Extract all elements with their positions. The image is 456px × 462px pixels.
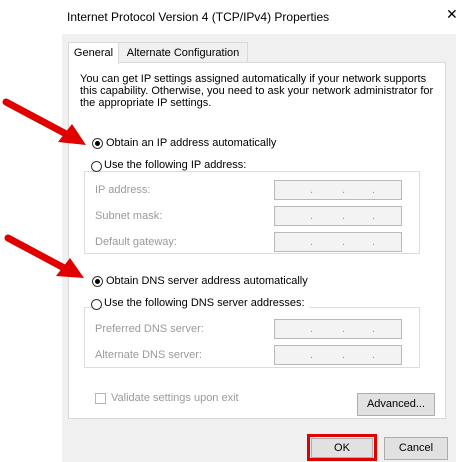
subnet-mask-field[interactable]: ... (274, 206, 402, 226)
alternate-dns-field[interactable]: ... (274, 345, 402, 365)
alternate-dns-label: Alternate DNS server: (95, 349, 202, 361)
ip-address-field[interactable]: ... (274, 180, 402, 200)
tab-alternate-configuration[interactable]: Alternate Configuration (118, 42, 248, 62)
preferred-dns-label: Preferred DNS server: (95, 323, 204, 335)
use-following-dns-label[interactable]: Use the following DNS server addresses: (104, 297, 309, 309)
preferred-dns-field[interactable]: ... (274, 319, 402, 339)
description-text: You can get IP settings assigned automat… (80, 73, 434, 109)
default-gateway-label: Default gateway: (95, 236, 177, 248)
close-icon[interactable]: ✕ (446, 6, 456, 23)
obtain-dns-auto-label[interactable]: Obtain DNS server address automatically (106, 275, 308, 287)
annotation-arrow-icon (2, 98, 86, 145)
validate-checkbox[interactable] (95, 393, 106, 404)
use-following-dns-radio[interactable] (91, 299, 102, 310)
annotation-arrow-icon (4, 234, 84, 278)
advanced-button[interactable]: Advanced... (357, 393, 435, 416)
subnet-mask-label: Subnet mask: (95, 210, 163, 222)
cancel-button[interactable]: Cancel (384, 437, 448, 460)
window-title: Internet Protocol Version 4 (TCP/IPv4) P… (67, 10, 330, 24)
validate-label: Validate settings upon exit (111, 392, 239, 404)
use-following-ip-label[interactable]: Use the following IP address: (104, 159, 251, 171)
ok-highlight-box (307, 434, 377, 461)
default-gateway-field[interactable]: ... (274, 232, 402, 252)
ip-address-label: IP address: (95, 184, 151, 196)
use-following-ip-radio[interactable] (91, 161, 102, 172)
obtain-ip-auto-label[interactable]: Obtain an IP address automatically (106, 137, 276, 149)
tab-general[interactable]: General (68, 42, 119, 64)
